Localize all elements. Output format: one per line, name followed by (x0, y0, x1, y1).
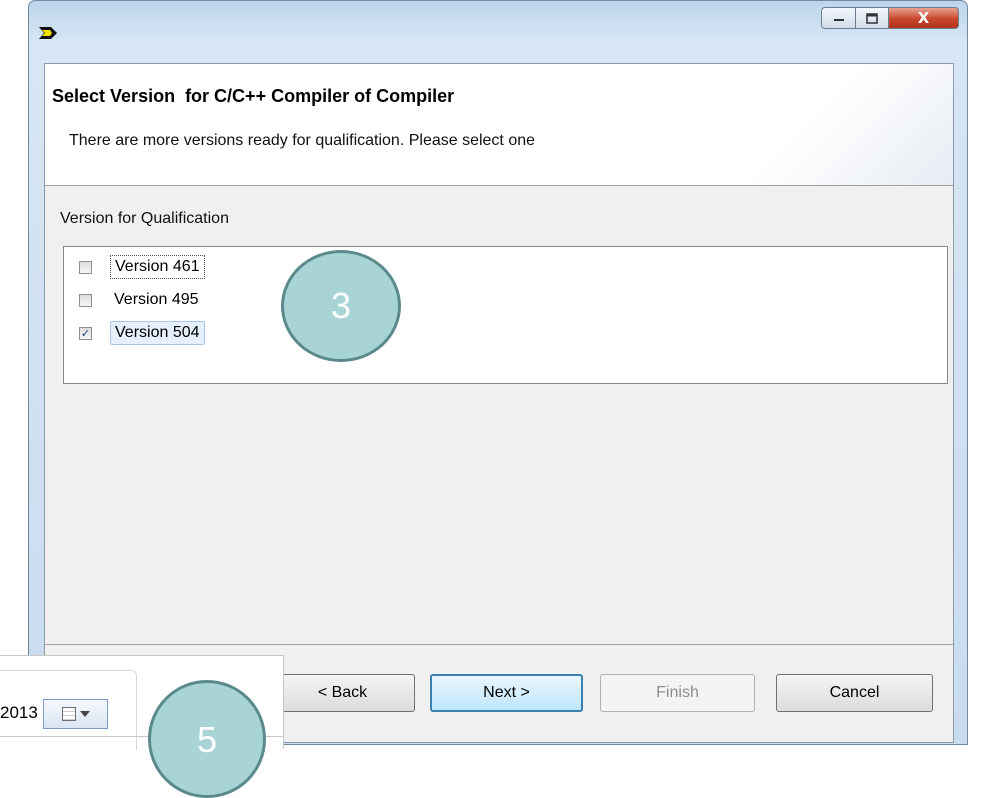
version-504-checkbox[interactable]: ✓ (79, 326, 92, 340)
list-item[interactable]: Version 495 (79, 285, 203, 315)
header-decoration (693, 64, 953, 185)
back-button[interactable]: < Back (270, 674, 415, 712)
maximize-icon (866, 12, 878, 24)
list-item[interactable]: Version 461 (79, 252, 205, 282)
versions-group-label: Version for Qualification (60, 210, 229, 227)
minimize-icon (833, 19, 844, 21)
close-icon: X (917, 9, 930, 27)
page-description: There are more versions ready for qualif… (69, 132, 536, 149)
app-logo-icon (39, 27, 57, 39)
versions-list: Version 461 Version 495 ✓ Version 504 (63, 246, 948, 384)
next-button[interactable]: Next > (430, 674, 583, 712)
cancel-button[interactable]: Cancel (776, 674, 933, 712)
dialog-client-area: Select Version for C/C++ Compiler of Com… (44, 63, 954, 743)
step-callout-5: 5 (148, 680, 266, 798)
version-495-label[interactable]: Version 495 (110, 289, 203, 311)
maximize-button[interactable] (856, 7, 889, 29)
page-title: Select Version for C/C++ Compiler of Com… (52, 86, 455, 106)
wizard-header: Select Version for C/C++ Compiler of Com… (45, 64, 953, 186)
list-item[interactable]: ✓ Version 504 (79, 318, 205, 348)
chevron-down-icon (79, 711, 90, 717)
version-495-checkbox[interactable] (79, 293, 92, 307)
date-field-fragment[interactable]: 2013 (0, 703, 38, 723)
version-504-label[interactable]: Version 504 (110, 321, 205, 345)
dialog-window: X Select Version for C/C++ Compiler of C… (28, 0, 968, 745)
title-bar[interactable]: X (29, 1, 967, 61)
close-button[interactable]: X (889, 7, 959, 29)
version-461-checkbox[interactable] (79, 260, 92, 274)
finish-button: Finish (600, 674, 755, 712)
minimize-button[interactable] (821, 7, 856, 29)
step-callout-3: 3 (281, 250, 401, 362)
date-picker-button[interactable] (43, 699, 108, 729)
calendar-icon (61, 707, 76, 721)
version-461-label[interactable]: Version 461 (110, 255, 205, 279)
button-bar-divider (45, 644, 953, 645)
